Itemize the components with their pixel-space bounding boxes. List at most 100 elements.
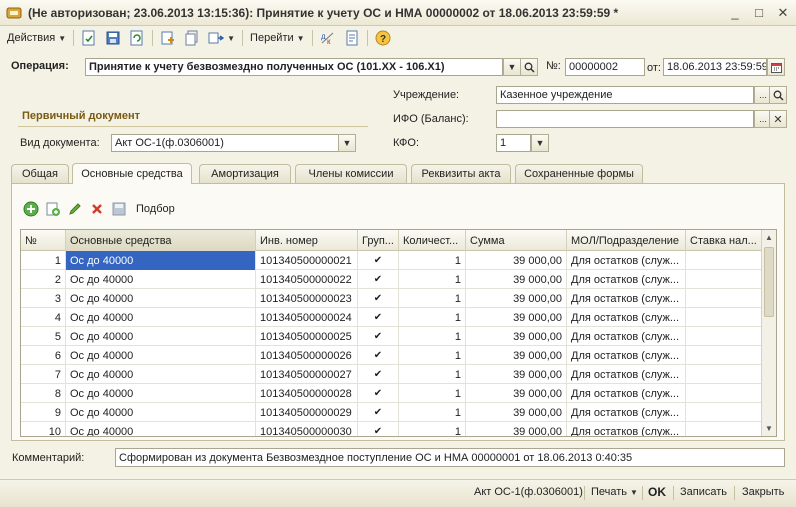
tab-saved-forms[interactable]: Сохраненные формы xyxy=(515,164,643,183)
institution-field[interactable]: Казенное учреждение xyxy=(496,86,754,104)
cell-mol[interactable]: Для остатков (служ... xyxy=(567,289,686,308)
cell-inventory-number[interactable]: 101340500000029 xyxy=(256,403,358,422)
table-row[interactable]: 1 Ос до 40000 101340500000021 ✔ 1 39 000,00 Дл… xyxy=(21,251,763,270)
cell-asset[interactable]: Ос до 40000 xyxy=(66,308,256,327)
cell-group[interactable]: ✔ xyxy=(358,251,399,270)
cell-mol[interactable]: Для остатков (служ... xyxy=(567,403,686,422)
close-button[interactable]: Закрыть xyxy=(742,486,784,498)
report-button[interactable] xyxy=(340,28,364,48)
cell-tax-rate[interactable] xyxy=(686,403,763,422)
institution-open-button[interactable] xyxy=(769,86,787,104)
table-row[interactable]: 10 Ос до 40000 101340500000030 ✔ 1 39 000,00 Д… xyxy=(21,422,763,436)
cell-group[interactable]: ✔ xyxy=(358,422,399,436)
pick-button[interactable]: Подбор xyxy=(136,203,175,215)
kfo-select[interactable]: 1 xyxy=(496,134,531,152)
column-header-sum[interactable]: Сумма xyxy=(466,230,567,251)
ok-button[interactable]: OK xyxy=(648,485,666,499)
cell-mol[interactable]: Для остатков (служ... xyxy=(567,346,686,365)
cell-inventory-number[interactable]: 101340500000021 xyxy=(256,251,358,270)
cell-tax-rate[interactable] xyxy=(686,270,763,289)
create-based-on-button[interactable] xyxy=(156,28,180,48)
cell-quantity[interactable]: 1 xyxy=(399,270,466,289)
copy-button[interactable] xyxy=(180,28,204,48)
ifo-field[interactable] xyxy=(496,110,754,128)
refresh-button[interactable] xyxy=(125,28,149,48)
cell-sum[interactable]: 39 000,00 xyxy=(466,308,567,327)
cell-quantity[interactable]: 1 xyxy=(399,251,466,270)
cell-tax-rate[interactable] xyxy=(686,308,763,327)
cell-group[interactable]: ✔ xyxy=(358,346,399,365)
structure-button[interactable]: ▼ xyxy=(204,28,239,48)
cell-inventory-number[interactable]: 101340500000026 xyxy=(256,346,358,365)
cell-asset[interactable]: Ос до 40000 xyxy=(66,422,256,436)
table-row[interactable]: 6 Ос до 40000 101340500000026 ✔ 1 39 000,00 Дл… xyxy=(21,346,763,365)
cell-mol[interactable]: Для остатков (служ... xyxy=(567,308,686,327)
save-button[interactable]: Записать xyxy=(680,486,727,498)
cell-quantity[interactable]: 1 xyxy=(399,289,466,308)
cell-number[interactable]: 6 xyxy=(21,346,66,365)
scroll-thumb[interactable] xyxy=(764,247,774,317)
cell-asset[interactable]: Ос до 40000 xyxy=(66,365,256,384)
dt-kt-button[interactable]: дк xyxy=(316,28,340,48)
column-header-asset[interactable]: Основные средства xyxy=(66,230,256,251)
cell-number[interactable]: 3 xyxy=(21,289,66,308)
cell-inventory-number[interactable]: 101340500000025 xyxy=(256,327,358,346)
column-header-quantity[interactable]: Количест... xyxy=(399,230,466,251)
cell-group[interactable]: ✔ xyxy=(358,403,399,422)
cell-tax-rate[interactable] xyxy=(686,365,763,384)
cell-number[interactable]: 9 xyxy=(21,403,66,422)
cell-tax-rate[interactable] xyxy=(686,251,763,270)
column-header-group[interactable]: Груп... xyxy=(358,230,399,251)
edit-row-button[interactable] xyxy=(66,200,84,218)
help-button[interactable]: ? xyxy=(371,28,395,48)
kfo-dropdown-button[interactable]: ▼ xyxy=(531,134,549,152)
operation-search-button[interactable] xyxy=(520,58,538,76)
tab-commission-members[interactable]: Члены комиссии xyxy=(295,164,407,183)
cell-group[interactable]: ✔ xyxy=(358,270,399,289)
table-row[interactable]: 8 Ос до 40000 101340500000028 ✔ 1 39 000,00 Дл… xyxy=(21,384,763,403)
goto-menu[interactable]: Перейти ▼ xyxy=(246,28,309,48)
cell-sum[interactable]: 39 000,00 xyxy=(466,289,567,308)
table-row[interactable]: 5 Ос до 40000 101340500000025 ✔ 1 39 000,00 Дл… xyxy=(21,327,763,346)
table-row[interactable]: 3 Ос до 40000 101340500000023 ✔ 1 39 000,00 Дл… xyxy=(21,289,763,308)
cell-tax-rate[interactable] xyxy=(686,384,763,403)
cell-inventory-number[interactable]: 101340500000030 xyxy=(256,422,358,436)
add-row-button[interactable] xyxy=(22,200,40,218)
cell-group[interactable]: ✔ xyxy=(358,308,399,327)
cell-group[interactable]: ✔ xyxy=(358,384,399,403)
comment-field[interactable]: Сформирован из документа Безвозмездное п… xyxy=(115,448,785,467)
cell-asset[interactable]: Ос до 40000 xyxy=(66,289,256,308)
cell-tax-rate[interactable] xyxy=(686,289,763,308)
close-window-button[interactable]: ✕ xyxy=(772,3,794,23)
cell-tax-rate[interactable] xyxy=(686,422,763,436)
cell-inventory-number[interactable]: 101340500000022 xyxy=(256,270,358,289)
cell-tax-rate[interactable] xyxy=(686,327,763,346)
doc-type-dropdown-button[interactable]: ▼ xyxy=(338,134,356,152)
cell-quantity[interactable]: 1 xyxy=(399,365,466,384)
cell-number[interactable]: 8 xyxy=(21,384,66,403)
cell-mol[interactable]: Для остатков (служ... xyxy=(567,270,686,289)
cell-group[interactable]: ✔ xyxy=(358,365,399,384)
cell-group[interactable]: ✔ xyxy=(358,327,399,346)
table-row[interactable]: 4 Ос до 40000 101340500000024 ✔ 1 39 000,00 Дл… xyxy=(21,308,763,327)
cell-number[interactable]: 2 xyxy=(21,270,66,289)
cell-group[interactable]: ✔ xyxy=(358,289,399,308)
cell-asset[interactable]: Ос до 40000 xyxy=(66,327,256,346)
cell-sum[interactable]: 39 000,00 xyxy=(466,346,567,365)
cell-inventory-number[interactable]: 101340500000027 xyxy=(256,365,358,384)
cell-sum[interactable]: 39 000,00 xyxy=(466,422,567,436)
cell-number[interactable]: 1 xyxy=(21,251,66,270)
cell-mol[interactable]: Для остатков (служ... xyxy=(567,251,686,270)
cell-sum[interactable]: 39 000,00 xyxy=(466,251,567,270)
cell-number[interactable]: 4 xyxy=(21,308,66,327)
end-edit-button[interactable] xyxy=(110,200,128,218)
maximize-button[interactable]: □ xyxy=(748,3,770,23)
cell-sum[interactable]: 39 000,00 xyxy=(466,384,567,403)
cell-quantity[interactable]: 1 xyxy=(399,422,466,436)
cell-sum[interactable]: 39 000,00 xyxy=(466,327,567,346)
column-header-number[interactable]: № xyxy=(21,230,66,251)
cell-number[interactable]: 7 xyxy=(21,365,66,384)
table-row[interactable]: 2 Ос до 40000 101340500000022 ✔ 1 39 000,00 Дл… xyxy=(21,270,763,289)
cell-quantity[interactable]: 1 xyxy=(399,346,466,365)
date-field[interactable]: 18.06.2013 23:59:59 xyxy=(663,58,767,76)
